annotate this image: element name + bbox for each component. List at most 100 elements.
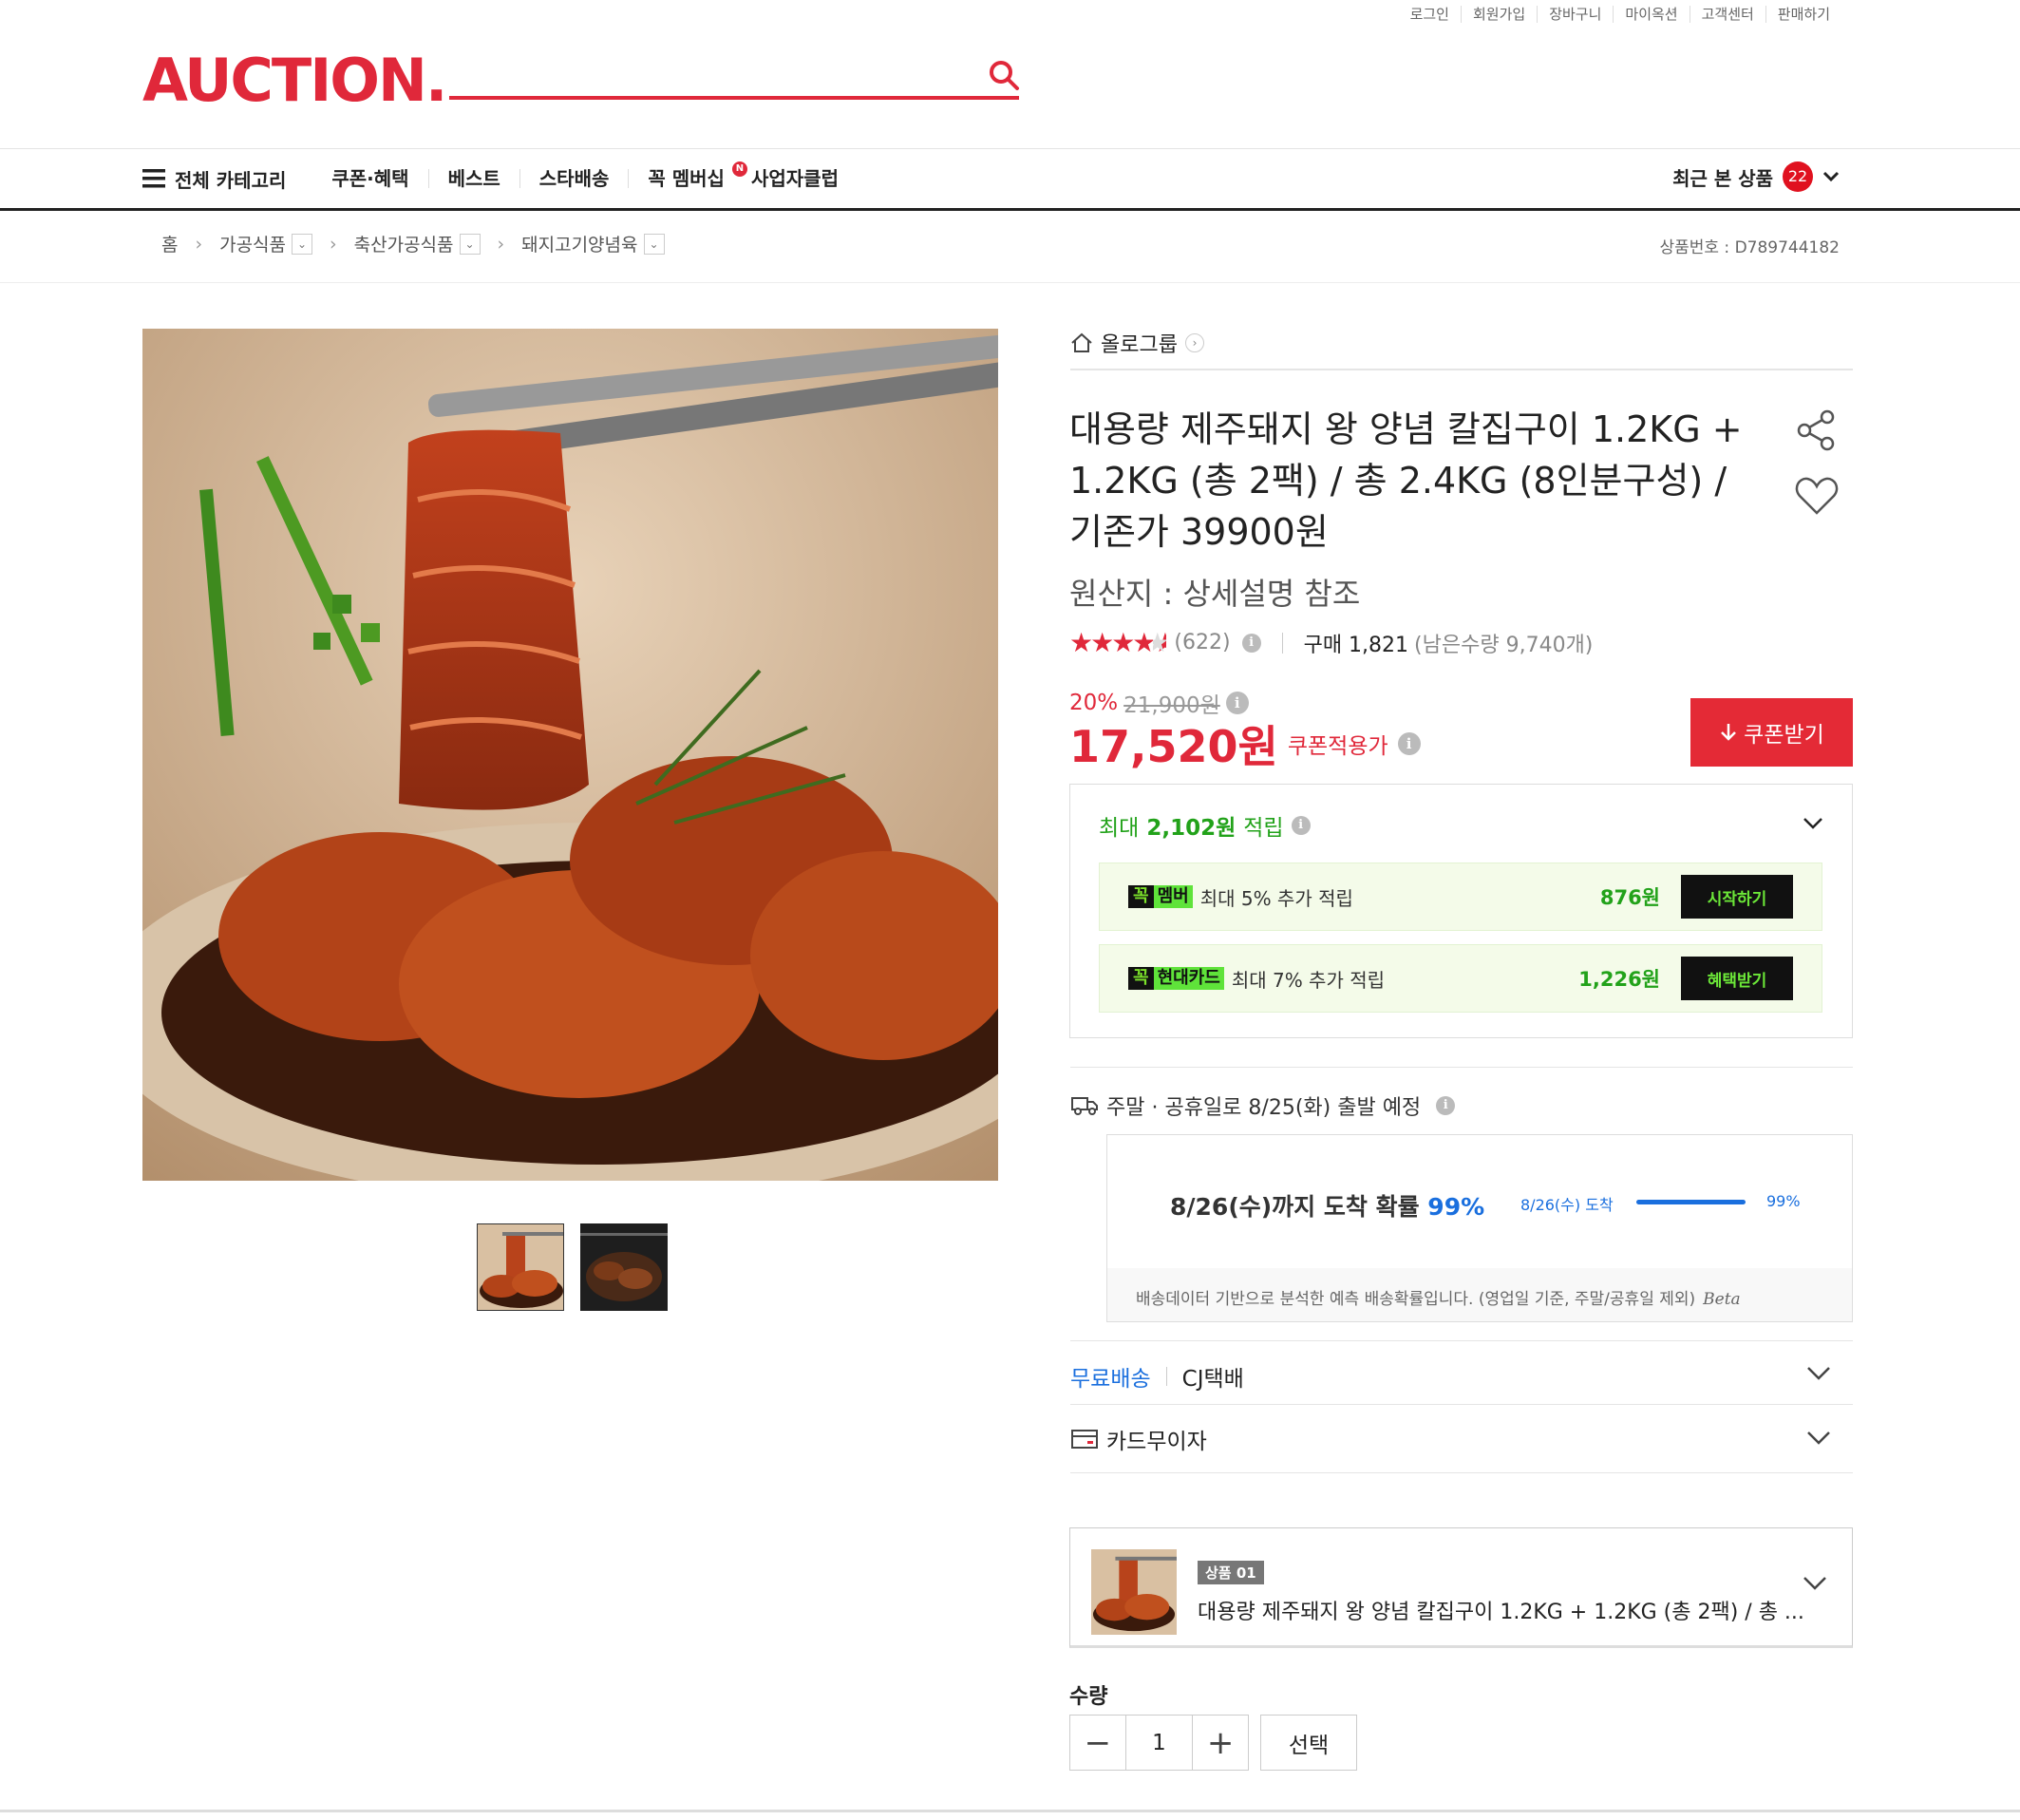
select-button[interactable]: 선택 <box>1260 1715 1357 1771</box>
info-icon[interactable]: i <box>1225 692 1249 714</box>
breadcrumb-label: 축산가공식품 <box>353 235 454 256</box>
chevron-down-icon[interactable]: ⌄ <box>292 233 313 255</box>
recent-items-toggle[interactable]: 최근 본 상품 22 <box>1672 161 1840 192</box>
rating-divider <box>1281 632 1283 654</box>
chevron-right-icon: › <box>1184 333 1204 352</box>
info-icon[interactable]: i <box>1291 816 1311 835</box>
login-link[interactable]: 로그인 <box>1399 6 1461 23</box>
breadcrumb-marinated-pork[interactable]: 돼지고기양념육 ⌄ <box>521 231 665 256</box>
seller-link[interactable]: 올로그룹 › <box>1070 328 1204 358</box>
badge-hyundai-card: 현대카드 <box>1153 967 1224 990</box>
gnb-business-club[interactable]: 사업자클럽 <box>751 169 858 188</box>
quantity-minus-button[interactable]: − <box>1070 1716 1125 1770</box>
truck-icon <box>1071 1097 1098 1115</box>
breadcrumb-label: 가공식품 <box>219 235 287 256</box>
customer-center-link[interactable]: 고객센터 <box>1689 6 1765 23</box>
product-thumbnail-1[interactable] <box>477 1223 564 1311</box>
price-row: 17,520원 쿠폰적용가 i <box>1069 712 1421 775</box>
gnb-coupon[interactable]: 쿠폰·혜택 <box>331 169 427 188</box>
points-row-desc: 최대 7% 추가 적립 <box>1231 968 1386 992</box>
delivery-probability-box: 8/26(수)까지 도착 확률 99% 8/26(수) 도착 99% 배송데이터… <box>1106 1134 1853 1322</box>
auction-logo[interactable]: AUCTION. <box>142 47 447 114</box>
all-category-label: 전체 카테고리 <box>175 168 287 192</box>
search-input[interactable] <box>449 96 1019 100</box>
chevron-down-icon[interactable] <box>1803 1576 1827 1591</box>
chevron-down-icon[interactable] <box>1806 1431 1831 1446</box>
info-icon[interactable]: i <box>1436 1096 1456 1115</box>
gnb-best[interactable]: 베스트 <box>427 169 519 188</box>
breadcrumb-sep-icon: › <box>330 233 337 255</box>
gnb-star-delivery[interactable]: 스타배송 <box>519 169 629 188</box>
utility-links: 로그인 회원가입 장바구니 마이옥션 고객센터 판매하기 <box>1399 6 1841 23</box>
card-icon <box>1071 1430 1098 1449</box>
eta-note: 배송데이터 기반으로 분석한 예측 배송확률입니다. (영업일 기준, 주말/공… <box>1136 1285 1741 1309</box>
chevron-down-icon[interactable]: ⌄ <box>459 233 481 255</box>
gnb-membership[interactable]: 꼭 멤버십 N <box>628 161 751 190</box>
shipping-row-divider <box>1165 1367 1167 1386</box>
beta-label: Beta <box>1703 1290 1741 1309</box>
breadcrumb-divider <box>0 282 2020 283</box>
bottom-divider <box>0 1810 2020 1812</box>
quantity-input[interactable]: 1 <box>1124 1716 1194 1770</box>
quantity-stepper: − 1 + <box>1069 1715 1249 1771</box>
badge-member: 멤버 <box>1153 885 1193 908</box>
all-category-button[interactable]: 전체 카테고리 <box>142 165 286 193</box>
coupon-download-button[interactable]: 쿠폰받기 <box>1690 698 1853 767</box>
eta-main-pct: 99% <box>1427 1193 1485 1221</box>
home-icon <box>1071 332 1092 352</box>
product-thumbnail-2[interactable] <box>580 1223 668 1311</box>
get-benefit-button[interactable]: 혜택받기 <box>1681 957 1793 1000</box>
chevron-down-icon[interactable]: ⌄ <box>643 233 665 255</box>
share-icon[interactable] <box>1795 408 1839 452</box>
rating-stars[interactable]: ★★★★★★ <box>1069 627 1166 658</box>
shipping-divider <box>1070 1067 1853 1068</box>
breadcrumb-label: 돼지고기양념육 <box>521 235 638 256</box>
hamburger-icon <box>142 169 165 188</box>
breadcrumb-home[interactable]: 홈 <box>161 231 178 256</box>
option-name: 대용량 제주돼지 왕 양념 칼집구이 1.2KG + 1.2KG (총 2팩) … <box>1198 1601 1804 1624</box>
seller-divider <box>1070 369 1853 370</box>
info-icon[interactable]: i <box>1241 633 1261 653</box>
eta-main-text: 8/26(수)까지 도착 확률 <box>1170 1193 1420 1221</box>
shipping-divider <box>1070 1340 1853 1341</box>
chevron-down-icon <box>1822 171 1840 182</box>
card-installment-row[interactable]: 카드무이자 <box>1070 1423 1207 1455</box>
breadcrumb-livestock[interactable]: 축산가공식품 ⌄ <box>354 231 481 256</box>
signup-link[interactable]: 회원가입 <box>1460 6 1537 23</box>
download-icon <box>1721 724 1737 741</box>
eta-mini-pct: 99% <box>1766 1192 1801 1210</box>
eta-progress-bar <box>1636 1200 1746 1204</box>
breadcrumb: 홈 › 가공식품 ⌄ › 축산가공식품 ⌄ › 돼지고기양념육 ⌄ <box>161 231 665 256</box>
product-title: 대용량 제주돼지 왕 양념 칼집구이 1.2KG + 1.2KG (총 2팩) … <box>1069 408 1743 553</box>
global-nav: 전체 카테고리 쿠폰·혜택 베스트 스타배송 꼭 멤버십 N 사업자클럽 <box>142 152 858 205</box>
info-icon[interactable]: i <box>1397 732 1421 755</box>
coupon-price-label: 쿠폰적용가 <box>1287 734 1388 759</box>
quantity-plus-button[interactable]: + <box>1193 1716 1248 1770</box>
points-box: 최대 2,102원 적립 i 꼭 멤버 최대 5% 추가 적립 876원 시작하기… <box>1069 784 1853 1038</box>
shipping-notice: 주말 · 공휴일로 8/25(화) 출발 예정 i <box>1070 1090 1456 1121</box>
search-icon[interactable] <box>988 59 1020 91</box>
start-membership-button[interactable]: 시작하기 <box>1681 875 1793 919</box>
shipping-divider <box>1070 1404 1853 1405</box>
eta-main: 8/26(수)까지 도착 확률 99% <box>1170 1188 1484 1223</box>
sell-link[interactable]: 판매하기 <box>1765 6 1841 23</box>
points-title[interactable]: 최대 2,102원 적립 i <box>1099 809 1311 842</box>
selected-option[interactable]: 상품 01 대용량 제주돼지 왕 양념 칼집구이 1.2KG + 1.2KG (… <box>1069 1527 1853 1648</box>
review-count[interactable]: (622) <box>1174 631 1230 654</box>
gnb-bottom-divider <box>0 208 2020 211</box>
eta-top: 8/26(수)까지 도착 확률 99% 8/26(수) 도착 99% <box>1107 1135 1852 1268</box>
product-main-image[interactable] <box>142 329 998 1181</box>
free-shipping-row[interactable]: 무료배송 CJ택배 <box>1070 1360 1244 1393</box>
product-number: 상품번호 : D789744182 <box>1659 238 1840 257</box>
recent-items-label: 최근 본 상품 <box>1672 166 1773 190</box>
heart-icon[interactable] <box>1795 475 1839 517</box>
gnb-membership-label: 꼭 멤버십 <box>648 167 725 190</box>
chevron-down-icon[interactable] <box>1806 1366 1831 1381</box>
my-auction-link[interactable]: 마이옥션 <box>1613 6 1689 23</box>
breadcrumb-processed-food[interactable]: 가공식품 ⌄ <box>219 231 313 256</box>
points-suffix: 적립 <box>1243 816 1284 841</box>
cart-link[interactable]: 장바구니 <box>1537 6 1613 23</box>
purchase-count: 구매 1,821 <box>1303 633 1409 657</box>
chevron-down-icon[interactable] <box>1803 817 1823 830</box>
option-thumbnail <box>1091 1549 1177 1635</box>
